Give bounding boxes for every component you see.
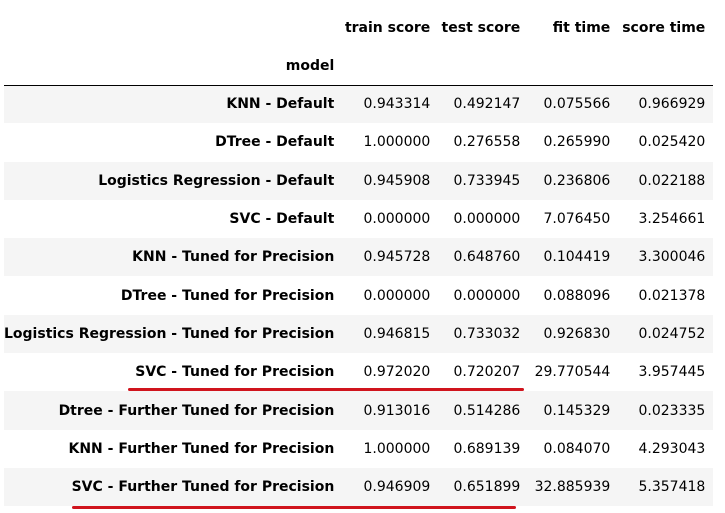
cell-score-time: 4.293043: [638, 440, 706, 457]
cell-train-score: 0.945728: [363, 249, 431, 266]
cell-score-time: 0.022188: [638, 172, 706, 189]
cell-test-score: 0.733945: [453, 172, 521, 189]
cell-test-score: 0.000000: [453, 211, 521, 228]
cell-train-score: 0.946815: [363, 325, 431, 342]
header-blank-cell: [528, 48, 619, 86]
row-model-name: KNN - Further Tuned for Precision: [68, 440, 335, 457]
cell-train-score: 1.000000: [363, 440, 431, 457]
cell-score-time: 0.021378: [638, 287, 706, 304]
cell-test-score: 0.733032: [453, 325, 521, 342]
column-header-score-time: score time: [622, 20, 706, 36]
cell-train-score: 0.945908: [363, 172, 431, 189]
table-row: KNN - Further Tuned for Precision 1.0000…: [4, 429, 714, 468]
highlight-underline-svc-tuned: [128, 388, 524, 391]
column-header-train-score: train score: [344, 20, 431, 36]
cell-test-score: 0.648760: [453, 249, 521, 266]
table-row: SVC - Further Tuned for Precision 0.9469…: [4, 467, 714, 507]
column-header-row: train score test score fit time score ti…: [4, 8, 713, 48]
row-model-name: SVC - Further Tuned for Precision: [71, 479, 335, 496]
cell-test-score: 0.000000: [453, 287, 521, 304]
cell-score-time: 0.023335: [638, 402, 706, 419]
cell-fit-time: 0.104419: [543, 249, 611, 266]
cell-score-time: 5.357418: [638, 479, 706, 496]
row-model-name: KNN - Default: [226, 96, 335, 113]
cell-test-score: 0.514286: [453, 402, 521, 419]
header-blank-cell: [342, 48, 439, 86]
table-row: KNN - Default 0.943314 0.492147 0.075566…: [4, 85, 714, 124]
cell-fit-time: 0.236806: [543, 172, 611, 189]
cell-test-score: 0.492147: [453, 96, 521, 113]
cell-test-score: 0.651899: [453, 479, 521, 496]
highlight-underline-svc-further-tuned: [72, 506, 516, 509]
row-model-name: DTree - Default: [215, 134, 335, 151]
cell-fit-time: 0.088096: [543, 287, 611, 304]
cell-test-score: 0.720207: [453, 364, 521, 381]
dataframe-output: train score test score fit time score ti…: [0, 0, 725, 513]
row-model-name: Logistics Regression - Default: [98, 172, 335, 189]
cell-train-score: 0.946909: [363, 479, 431, 496]
table-row: SVC - Tuned for Precision 0.972020 0.720…: [4, 353, 714, 392]
cell-score-time: 0.025420: [638, 134, 706, 151]
index-name-header: model: [4, 48, 343, 86]
cell-test-score: 0.276558: [453, 134, 521, 151]
header-blank-cell: [438, 48, 529, 86]
table-row: DTree - Default 1.000000 0.276558 0.2659…: [4, 123, 714, 162]
cell-fit-time: 29.770544: [534, 364, 611, 381]
cell-train-score: 1.000000: [363, 134, 431, 151]
results-table: train score test score fit time score ti…: [4, 8, 714, 507]
cell-fit-time: 0.145329: [543, 402, 611, 419]
cell-train-score: 0.943314: [363, 96, 431, 113]
table-row: Dtree - Further Tuned for Precision 0.91…: [4, 391, 714, 430]
cell-fit-time: 0.075566: [543, 96, 611, 113]
row-model-name: Logistics Regression - Tuned for Precisi…: [4, 325, 335, 342]
cell-train-score: 0.913016: [363, 402, 431, 419]
cell-fit-time: 0.084070: [543, 440, 611, 457]
cell-fit-time: 0.265990: [543, 134, 611, 151]
column-header-fit-time: fit time: [552, 20, 611, 36]
cell-train-score: 0.000000: [363, 211, 431, 228]
column-header-test-score: test score: [441, 20, 521, 36]
cell-fit-time: 0.926830: [543, 325, 611, 342]
cell-train-score: 0.000000: [363, 287, 431, 304]
row-model-name: SVC - Default: [229, 211, 335, 228]
header-blank-cell: [618, 48, 714, 86]
table-row: Logistics Regression - Default 0.945908 …: [4, 161, 714, 200]
row-model-name: KNN - Tuned for Precision: [132, 249, 335, 266]
row-model-name: DTree - Tuned for Precision: [120, 287, 335, 304]
cell-score-time: 0.024752: [638, 325, 706, 342]
cell-train-score: 0.972020: [363, 364, 431, 381]
table-row: SVC - Default 0.000000 0.000000 7.076450…: [4, 199, 714, 239]
cell-score-time: 0.966929: [638, 96, 706, 113]
table-row: Logistics Regression - Tuned for Precisi…: [4, 314, 714, 354]
cell-fit-time: 32.885939: [534, 479, 611, 496]
cell-fit-time: 7.076450: [543, 211, 611, 228]
cell-test-score: 0.689139: [453, 440, 521, 457]
cell-score-time: 3.300046: [638, 249, 706, 266]
row-model-name: Dtree - Further Tuned for Precision: [58, 402, 335, 419]
table-row: KNN - Tuned for Precision 0.945728 0.648…: [4, 238, 714, 277]
cell-score-time: 3.254661: [638, 211, 706, 228]
cell-score-time: 3.957445: [638, 364, 706, 381]
row-model-name: SVC - Tuned for Precision: [135, 364, 335, 381]
index-header-row: model: [4, 48, 714, 86]
table-row: DTree - Tuned for Precision 0.000000 0.0…: [4, 276, 714, 315]
header-blank-cell: [4, 8, 342, 48]
